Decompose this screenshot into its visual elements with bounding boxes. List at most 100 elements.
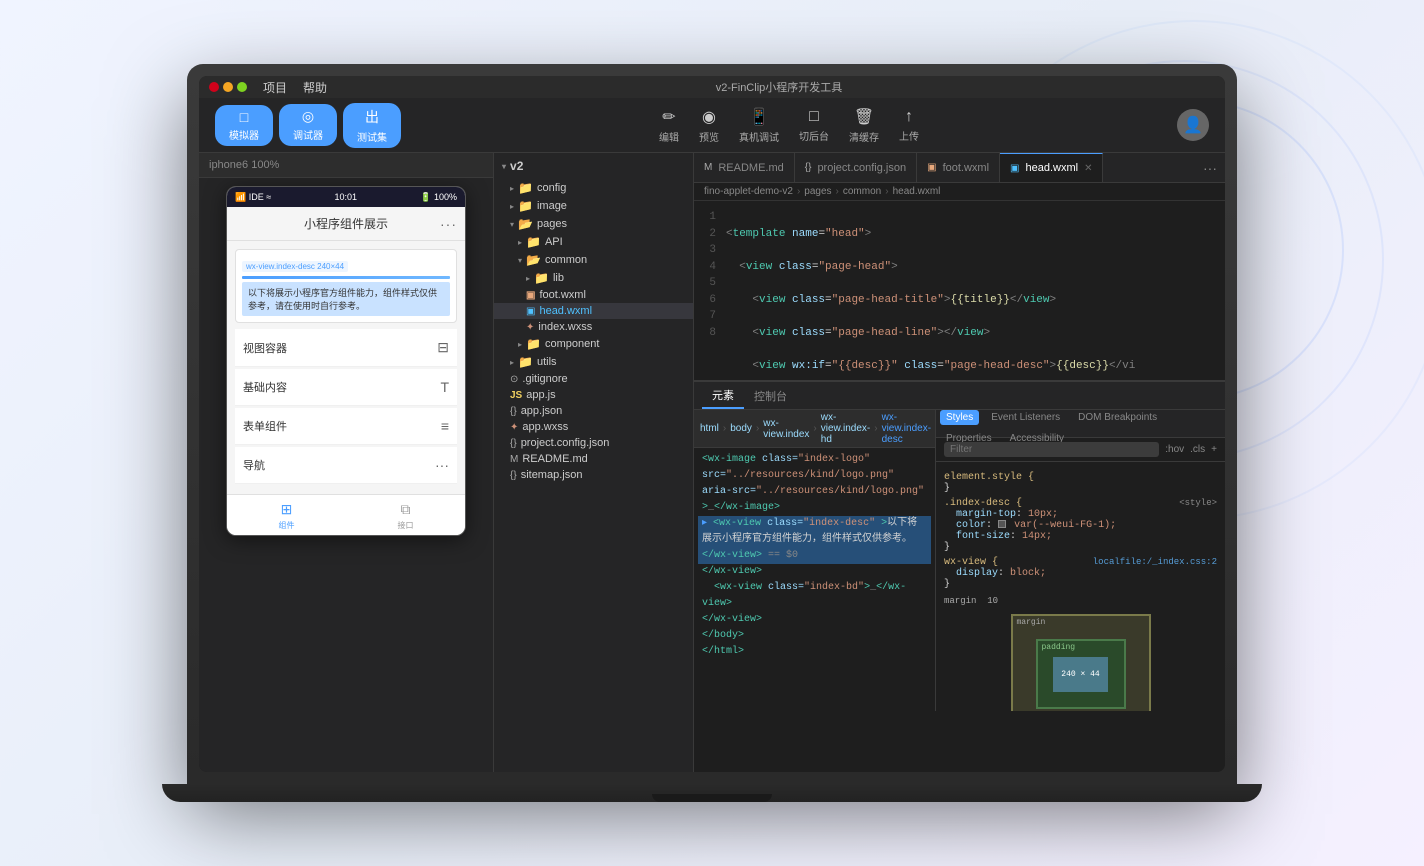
file-item-head-wxml[interactable]: ▣ head.wxml [494, 303, 693, 319]
styles-tab-event-listeners[interactable]: Event Listeners [985, 410, 1066, 425]
dom-line-3: <wx-view class="index-bd">_</wx-view> [698, 580, 931, 612]
laptop-screen: 项目 帮助 v2-FinClip小程序开发工具 □ 模拟器 ◎ 调试器 出 [199, 76, 1225, 772]
file-item-project-config[interactable]: {} project.config.json [494, 435, 693, 451]
dom-line-1[interactable]: ▸ <wx-view class="index-desc" >以下将展示小程序官… [698, 516, 931, 564]
file-item-utils[interactable]: 📁 utils [494, 353, 693, 371]
breadcrumb-item-2[interactable]: common [843, 186, 881, 197]
file-root[interactable]: v2 [494, 153, 693, 179]
dom-bc-index[interactable]: wx-view.index [763, 418, 809, 440]
css-wx-view-close: } [944, 579, 1217, 590]
user-avatar[interactable]: 👤 [1177, 109, 1209, 141]
css-section-element: element.style { } [944, 472, 1217, 494]
file-item-app-js[interactable]: JS app.js [494, 387, 693, 403]
toolbar-action-clear-cache[interactable]: 🗑 清缓存 [849, 107, 879, 144]
dom-bc-body[interactable]: body [730, 423, 752, 434]
styles-tab-dom-breakpoints[interactable]: DOM Breakpoints [1072, 410, 1163, 425]
background-icon: □ [809, 108, 819, 126]
readme-icon: M [510, 454, 518, 465]
phone-tab-api[interactable]: ⧉ 接口 [346, 501, 465, 531]
file-item-sitemap[interactable]: {} sitemap.json [494, 467, 693, 483]
devtools-tab-console[interactable]: 控制台 [744, 382, 797, 409]
app-wxss-label: app.wxss [522, 421, 568, 433]
css-wx-view-source: localfile:/_index.css:2 [1093, 557, 1217, 567]
file-item-image[interactable]: 📁 image [494, 197, 693, 215]
project-config-icon: {} [510, 438, 517, 449]
toolbar-action-preview[interactable]: ◉ 预览 [699, 107, 719, 144]
styles-tab-styles[interactable]: Styles [940, 410, 979, 425]
file-item-gitignore[interactable]: ⊙ .gitignore [494, 371, 693, 387]
window-max-btn[interactable] [237, 82, 247, 92]
toolbar-center: ✏ 编辑 ◉ 预览 📱 真机调试 □ 切后台 [401, 107, 1177, 144]
lib-chevron [526, 274, 530, 283]
tab-foot-wxml[interactable]: ▣ foot.wxml [917, 153, 1000, 182]
css-color-val: var(--weui-FG-1); [1014, 520, 1116, 531]
filter-cls-btn[interactable]: .cls [1190, 444, 1205, 455]
head-wxml-label: head.wxml [539, 305, 592, 317]
toolbar-action-real-debug[interactable]: 📱 真机调试 [739, 107, 779, 144]
toolbar-action-background[interactable]: □ 切后台 [799, 108, 829, 143]
filter-add-btn[interactable]: + [1211, 444, 1217, 455]
styles-filter-input[interactable] [944, 442, 1159, 457]
file-item-readme[interactable]: M README.md [494, 451, 693, 467]
toolbar-action-edit[interactable]: ✏ 编辑 [659, 107, 679, 144]
dom-bc-hd[interactable]: wx-view.index-hd [821, 412, 870, 445]
toolbar-action-upload[interactable]: ↑ 上传 [899, 108, 919, 143]
filter-hov-btn[interactable]: :hov [1165, 444, 1184, 455]
code-content[interactable]: <template name="head"> <view class="page… [722, 201, 1225, 380]
phone-menu-item-3[interactable]: 导航 ··· [235, 447, 457, 484]
file-item-config[interactable]: 📁 config [494, 179, 693, 197]
breadcrumb-sep-2: › [885, 186, 888, 197]
file-item-common[interactable]: 📂 common [494, 251, 693, 269]
toolbar-btn-simulator[interactable]: □ 模拟器 [215, 105, 273, 146]
file-item-pages[interactable]: 📂 pages [494, 215, 693, 233]
tab-head-close[interactable]: ✕ [1084, 163, 1092, 174]
css-margin-top-prop: margin-top [956, 509, 1016, 520]
tab-readme[interactable]: M README.md [694, 153, 795, 182]
phone-menu-item-0[interactable]: 视图容器 ⊟ [235, 329, 457, 367]
dom-bc-desc[interactable]: wx-view.index-desc [882, 412, 931, 445]
config-label: config [537, 182, 566, 194]
breadcrumb-item-1[interactable]: pages [804, 186, 831, 197]
menu-item-help[interactable]: 帮助 [303, 79, 327, 96]
file-item-app-json[interactable]: {} app.json [494, 403, 693, 419]
window-min-btn[interactable] [223, 82, 233, 92]
styles-panel-tabs: Styles Event Listeners DOM Breakpoints P… [936, 410, 1225, 438]
tab-head-wxml[interactable]: ▣ head.wxml ✕ [1000, 153, 1103, 182]
phone-menu-item-1[interactable]: 基础内容 T [235, 369, 457, 406]
dom-bc-html[interactable]: html [700, 423, 719, 434]
devtools-tab-elements[interactable]: 元素 [702, 382, 744, 409]
file-item-app-wxss[interactable]: ✦ app.wxss [494, 419, 693, 435]
phone-more-btn[interactable]: ··· [440, 216, 457, 232]
devtools-panel: 元素 控制台 html › body › [694, 381, 1225, 711]
file-item-lib[interactable]: 📁 lib [494, 269, 693, 287]
file-root-label: v2 [510, 159, 523, 173]
component-folder-icon: 📁 [526, 337, 541, 351]
breadcrumb-item-0[interactable]: fino-applet-demo-v2 [704, 186, 793, 197]
phone-screen-wrapper: 📶 IDE ≈ 10:01 🔋 100% 小程序组件展示 ··· [199, 178, 493, 772]
file-item-component[interactable]: 📁 component [494, 335, 693, 353]
file-item-index-wxss[interactable]: ✦ index.wxss [494, 319, 693, 335]
tab-more-btn[interactable]: ··· [1195, 160, 1225, 176]
toolbar-btn-debugger[interactable]: ◎ 调试器 [279, 104, 337, 146]
device-info: iphone6 100% [209, 159, 279, 171]
css-section-index-desc: .index-desc { <style> margin-top: 10px; [944, 498, 1217, 553]
window-close-btn[interactable] [209, 82, 219, 92]
file-item-foot-wxml[interactable]: ▣ foot.wxml [494, 287, 693, 303]
box-content: 240 × 44 [1053, 657, 1108, 692]
phone-menu-item-2[interactable]: 表单组件 ≡ [235, 408, 457, 445]
menu-item-project[interactable]: 项目 [263, 79, 287, 96]
window-controls [209, 82, 247, 92]
pages-label: pages [537, 218, 567, 230]
breadcrumb-item-3[interactable]: head.wxml [893, 186, 941, 197]
tab-project-config[interactable]: {} project.config.json [795, 153, 917, 182]
file-item-api[interactable]: 📁 API [494, 233, 693, 251]
phone-tab-component[interactable]: ⊞ 组件 [227, 501, 346, 531]
dom-tree[interactable]: <wx-image class="index-logo" src="../res… [694, 448, 935, 711]
component-tab-icon: ⊞ [281, 501, 293, 518]
tab-foot-label: foot.wxml [943, 162, 989, 174]
laptop-base [162, 784, 1262, 802]
component-label: component [545, 338, 599, 350]
phone-menu-label-0: 视图容器 [243, 340, 287, 356]
tab-readme-label: README.md [718, 162, 783, 174]
toolbar-btn-test[interactable]: 出 测试集 [343, 103, 401, 148]
